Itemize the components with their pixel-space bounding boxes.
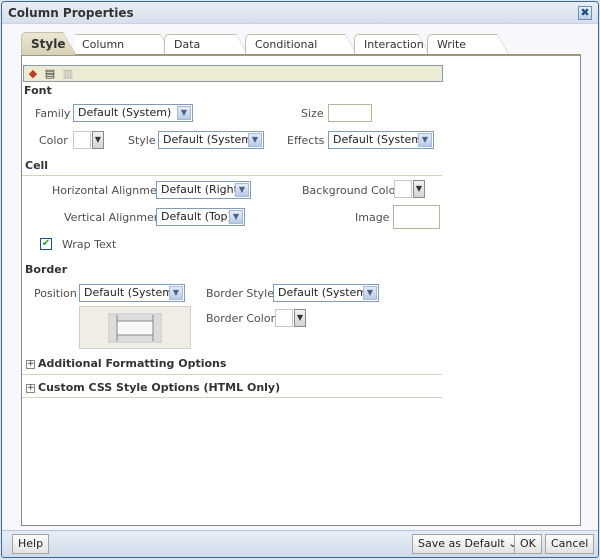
font-family-value: Default (System) [78, 106, 172, 119]
expand-icon[interactable]: + [26, 360, 35, 369]
chevron-down-icon: ▼ [235, 183, 249, 197]
additional-formatting-label[interactable]: Additional Formatting Options [38, 357, 226, 370]
border-color-label: Border Color [206, 312, 276, 325]
border-color-swatch[interactable] [275, 309, 293, 327]
image-label: Image [355, 211, 390, 224]
font-family-label: Family [35, 107, 71, 120]
tab-write-back[interactable]: Write Back [427, 34, 509, 71]
dialog-footer: Help Save as Default ⌄ OK Cancel [2, 530, 598, 557]
border-diagram-icon [108, 313, 162, 343]
cell-divider [22, 175, 442, 176]
font-effects-select[interactable]: Default (System) ▼ [328, 131, 434, 149]
chevron-down-icon: ▼ [363, 286, 377, 300]
dialog-title: Column Properties [8, 6, 134, 20]
font-style-select[interactable]: Default (System) ▼ [158, 131, 264, 149]
custom-css-label[interactable]: Custom CSS Style Options (HTML Only) [38, 381, 280, 394]
tab-conditional-format[interactable]: Conditional Format [245, 34, 357, 71]
border-position-select[interactable]: Default (System) ▼ [79, 284, 185, 302]
background-color-label: Background Color [302, 184, 400, 197]
cancel-button[interactable]: Cancel [545, 534, 595, 554]
chevron-down-icon: ▼ [229, 210, 243, 224]
font-color-dropdown[interactable]: ▼ [92, 131, 104, 149]
horizontal-alignment-value: Default (Right) [161, 183, 243, 196]
vertical-alignment-value: Default (Top) [161, 210, 232, 223]
cell-section-title: Cell [25, 159, 49, 172]
style-tab-panel: ◆ ▤ ▥ Font Family Default (System) ▼ Siz… [21, 54, 581, 526]
close-icon[interactable]: ✖ [578, 6, 592, 20]
font-section-title: Font [24, 84, 52, 97]
paste-icon[interactable]: ▥ [61, 67, 75, 80]
title-bar[interactable]: Column Properties ✖ [2, 2, 598, 24]
font-effects-label: Effects [287, 134, 325, 147]
border-style-value: Default (System) [278, 286, 372, 299]
save-as-default-button[interactable]: Save as Default ⌄ [412, 534, 524, 554]
chevron-down-icon: ▼ [177, 106, 191, 120]
chevron-down-icon: ▼ [169, 286, 183, 300]
font-style-label: Style [128, 134, 156, 147]
wrap-text-label: Wrap Text [62, 238, 117, 251]
border-style-select[interactable]: Default (System) ▼ [273, 284, 379, 302]
help-button[interactable]: Help [12, 534, 50, 554]
tab-data-format[interactable]: Data Format [164, 34, 248, 71]
column-properties-dialog: Column Properties ✖ Style Column Format … [1, 1, 599, 558]
copy-icon[interactable]: ▤ [43, 67, 57, 80]
tab-column-format[interactable]: Column Format [72, 34, 172, 71]
border-color-dropdown[interactable]: ▼ [294, 309, 306, 327]
vertical-alignment-select[interactable]: Default (Top) ▼ [156, 208, 245, 226]
background-color-swatch[interactable] [394, 180, 412, 198]
style-toolbar: ◆ ▤ ▥ [23, 65, 443, 82]
expander-divider [22, 374, 442, 375]
font-family-select[interactable]: Default (System) ▼ [73, 104, 193, 122]
vertical-alignment-label: Vertical Alignment [64, 211, 166, 224]
expand-icon[interactable]: + [26, 384, 35, 393]
ok-button[interactable]: OK [514, 534, 542, 554]
tab-style[interactable]: Style [21, 32, 75, 55]
chevron-down-icon: ▼ [248, 133, 262, 147]
font-size-label: Size [301, 107, 324, 120]
wrap-text-checkbox[interactable]: ✔ [40, 238, 52, 250]
background-color-dropdown[interactable]: ▼ [413, 180, 425, 198]
eraser-icon[interactable]: ◆ [26, 67, 40, 80]
border-position-preview[interactable] [79, 306, 191, 349]
font-style-value: Default (System) [163, 133, 257, 146]
chevron-down-icon: ▼ [418, 133, 432, 147]
font-color-label: Color [39, 134, 68, 147]
border-style-label: Border Style [206, 287, 275, 300]
tab-interaction[interactable]: Interaction [354, 34, 430, 55]
horizontal-alignment-select[interactable]: Default (Right) ▼ [156, 181, 251, 199]
border-position-label: Position [34, 287, 77, 300]
border-position-value: Default (System) [84, 286, 178, 299]
font-size-input[interactable] [328, 104, 372, 122]
border-section-title: Border [25, 263, 68, 276]
font-color-swatch[interactable] [73, 131, 91, 149]
font-effects-value: Default (System) [333, 133, 427, 146]
image-input[interactable] [393, 205, 440, 229]
expander-divider [22, 397, 442, 398]
horizontal-alignment-label: Horizontal Alignment [52, 184, 169, 197]
